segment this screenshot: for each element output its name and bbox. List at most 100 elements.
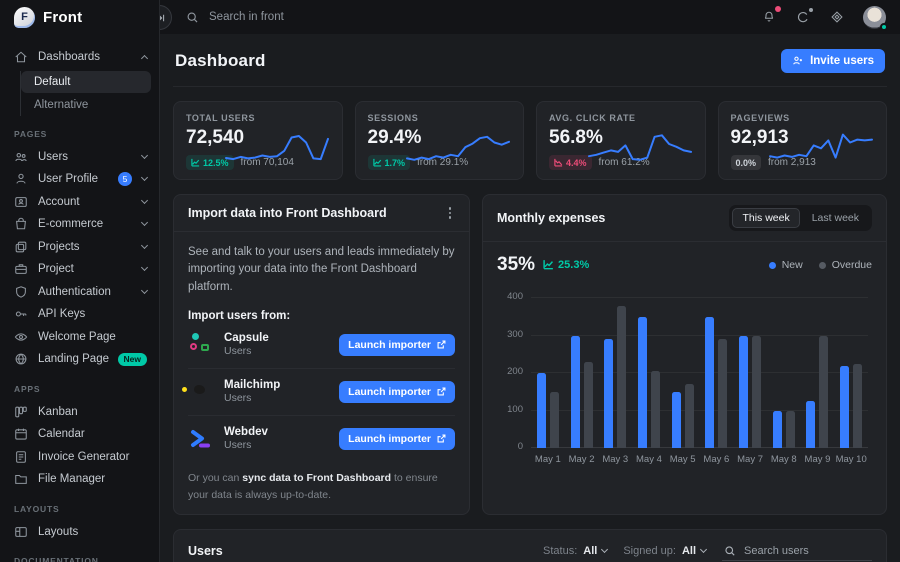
- bar-new: [604, 339, 613, 448]
- main-content: Dashboard Invite users TOTAL USERS 72,54…: [160, 34, 900, 562]
- activity-icon[interactable]: [795, 9, 811, 25]
- x-axis-label: May 6: [703, 454, 729, 465]
- sidebar-item-user-profile[interactable]: User Profile 5: [0, 168, 159, 191]
- sidebar-subitem-default[interactable]: Default: [21, 71, 151, 93]
- layout-icon: [14, 525, 28, 539]
- bar-overdue: [617, 306, 626, 449]
- sidebar-item-landing-page[interactable]: Landing Page New: [0, 348, 159, 371]
- search-input[interactable]: [209, 11, 449, 23]
- chart-bar-group[interactable]: May 5: [666, 298, 700, 448]
- sidebar-item-authentication[interactable]: Authentication: [0, 281, 159, 304]
- sparkline-chart: [587, 126, 693, 170]
- sidebar-item-label: Layouts: [38, 526, 147, 538]
- chart-bar-group[interactable]: May 6: [700, 298, 734, 448]
- sidebar-subitem-alternative[interactable]: Alternative: [21, 94, 151, 116]
- sidebar-item-label: Welcome Page: [38, 331, 147, 343]
- notification-dot: [775, 6, 781, 12]
- stat-label: SESSIONS: [368, 113, 512, 123]
- sparkline-chart: [405, 126, 511, 170]
- apps-launcher-icon[interactable]: [829, 9, 845, 25]
- import-card-title: Import data into Front Dashboard: [188, 206, 387, 220]
- status-filter-label: Status:: [543, 545, 577, 557]
- sidebar-heading-documentation: DOCUMENTATION: [0, 556, 159, 562]
- import-source-name: Mailchimp: [224, 379, 329, 391]
- sidebar-item-users[interactable]: Users: [0, 146, 159, 169]
- y-axis-tick: 100: [497, 404, 523, 415]
- toggle-last-week[interactable]: Last week: [802, 208, 869, 228]
- sidebar-item-account[interactable]: Account: [0, 191, 159, 214]
- expenses-change: 25.3%: [543, 259, 589, 271]
- users-icon: [14, 150, 28, 164]
- sidebar-item-invoice-generator[interactable]: Invoice Generator: [0, 446, 159, 469]
- x-axis-label: May 10: [836, 454, 867, 465]
- sidebar-item-projects[interactable]: Projects: [0, 236, 159, 259]
- x-axis-label: May 7: [737, 454, 763, 465]
- stat-label: PAGEVIEWS: [731, 113, 875, 123]
- chart-bar-group[interactable]: May 3: [598, 298, 632, 448]
- bar-overdue: [752, 336, 761, 449]
- stat-card-sessions[interactable]: SESSIONS 29.4% 1.7% from 29.1%: [355, 101, 525, 180]
- users-filters: Status: All Signed up: All: [543, 542, 872, 561]
- chart-bar-group[interactable]: May 10: [834, 298, 868, 448]
- x-axis-label: May 3: [602, 454, 628, 465]
- dashboards-submenu: Default Alternative: [20, 71, 151, 116]
- x-axis-label: May 2: [569, 454, 595, 465]
- sidebar-item-api-keys[interactable]: API Keys: [0, 303, 159, 326]
- sidebar-item-label: Projects: [38, 241, 132, 253]
- sidebar-item-label: File Manager: [38, 473, 147, 485]
- users-search-input[interactable]: [744, 545, 854, 557]
- brand-logo[interactable]: F Front: [0, 0, 159, 34]
- invite-users-button[interactable]: Invite users: [781, 49, 885, 73]
- more-options-icon[interactable]: [445, 205, 456, 221]
- toggle-this-week[interactable]: This week: [732, 208, 799, 228]
- globe-icon: [14, 352, 28, 366]
- legend-item-overdue[interactable]: Overdue: [819, 259, 872, 271]
- avatar[interactable]: [863, 6, 886, 29]
- sidebar-item-calendar[interactable]: Calendar: [0, 423, 159, 446]
- x-axis-label: May 4: [636, 454, 662, 465]
- user-profile-badge: 5: [118, 172, 132, 186]
- mid-row: Import data into Front Dashboard See and…: [173, 194, 887, 515]
- chart-bar-group[interactable]: May 4: [632, 298, 666, 448]
- chart-bar-group[interactable]: May 8: [767, 298, 801, 448]
- bell-icon[interactable]: [761, 9, 777, 25]
- chart-bar-group[interactable]: May 1: [531, 298, 565, 448]
- stat-label: AVG. CLICK RATE: [549, 113, 693, 123]
- sidebar-item-ecommerce[interactable]: E-commerce: [0, 213, 159, 236]
- sidebar-item-welcome-page[interactable]: Welcome Page: [0, 326, 159, 349]
- sidebar-item-label: Kanban: [38, 406, 147, 418]
- sidebar-item-file-manager[interactable]: File Manager: [0, 468, 159, 491]
- stat-card-avg-click-rate[interactable]: AVG. CLICK RATE 56.8% 4.4% from 61.2%: [536, 101, 706, 180]
- sidebar-item-label: User Profile: [38, 173, 110, 185]
- bar-new: [773, 411, 782, 449]
- sidebar-item-layouts[interactable]: Layouts: [0, 521, 159, 544]
- launch-importer-button[interactable]: Launch importer: [339, 428, 455, 450]
- expenses-percent: 35%: [497, 254, 535, 276]
- expenses-chart-plot: 0100200300400May 1May 2May 3May 4May 5Ma…: [531, 298, 868, 448]
- stat-card-total-users[interactable]: TOTAL USERS 72,540 12.5% from 70,104: [173, 101, 343, 180]
- import-source-type: Users: [224, 439, 329, 451]
- bar-overdue: [819, 336, 828, 449]
- launch-importer-button[interactable]: Launch importer: [339, 334, 455, 356]
- sidebar-item-project[interactable]: Project: [0, 258, 159, 281]
- stat-card-pageviews[interactable]: PAGEVIEWS 92,913 0.0% from 2,913: [718, 101, 888, 180]
- sidebar-heading-pages: PAGES: [0, 129, 159, 139]
- external-link-icon: [437, 340, 446, 349]
- sidebar-item-label: Users: [38, 151, 132, 163]
- users-card-title: Users: [188, 544, 223, 558]
- legend-item-new[interactable]: New: [769, 259, 803, 271]
- sidebar-item-label: API Keys: [38, 308, 147, 320]
- signed-up-filter-dropdown[interactable]: All: [682, 545, 706, 557]
- chart-bar-group[interactable]: May 9: [801, 298, 835, 448]
- sidebar-item-kanban[interactable]: Kanban: [0, 401, 159, 424]
- bar-overdue: [584, 362, 593, 448]
- launch-importer-button[interactable]: Launch importer: [339, 381, 455, 403]
- chart-bar-group[interactable]: May 2: [565, 298, 599, 448]
- shield-icon: [14, 285, 28, 299]
- chart-bar-group[interactable]: May 7: [733, 298, 767, 448]
- status-filter-dropdown[interactable]: All: [583, 545, 607, 557]
- sidebar-item-dashboards[interactable]: Dashboards: [0, 46, 159, 69]
- import-source-name: Webdev: [224, 426, 329, 438]
- calendar-icon: [14, 427, 28, 441]
- landing-page-new-badge: New: [118, 353, 147, 366]
